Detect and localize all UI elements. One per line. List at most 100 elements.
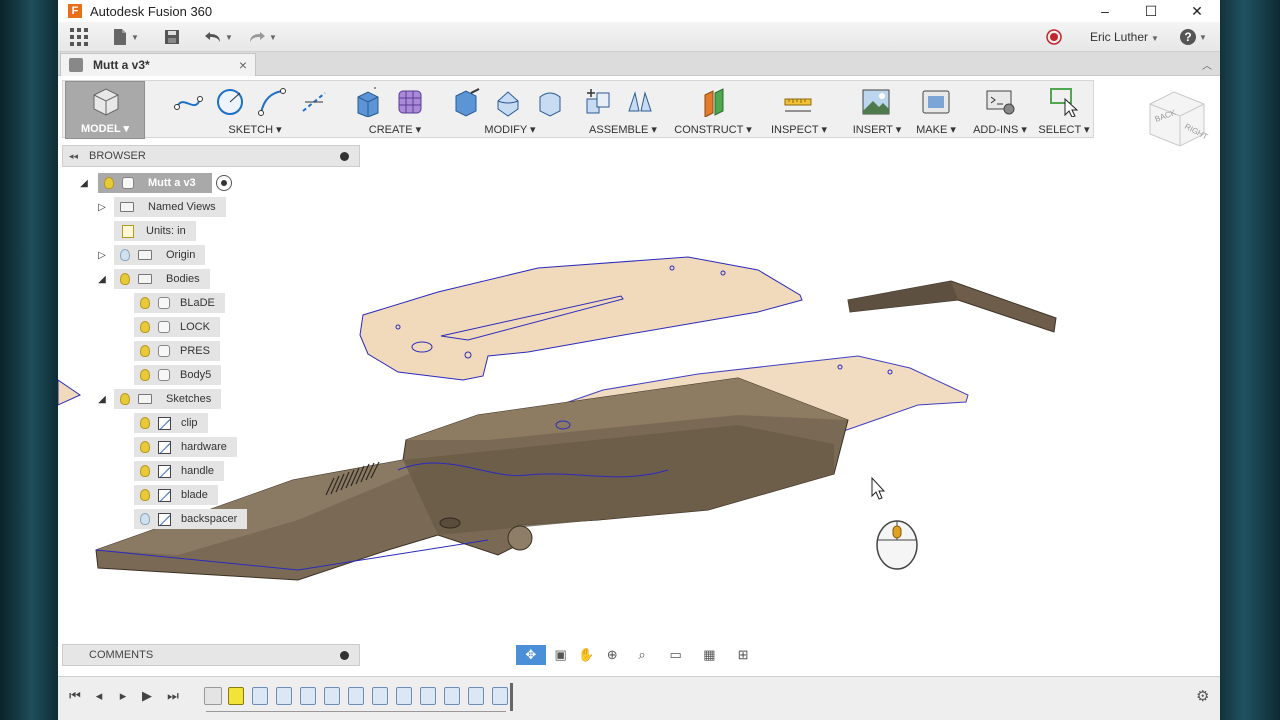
timeline-feature[interactable] [444, 687, 460, 705]
fit-zoom-icon[interactable]: ⌕ [627, 645, 657, 665]
visibility-bulb-icon[interactable] [140, 465, 150, 477]
collapse-chevron-up-icon[interactable]: ︿ [1202, 57, 1212, 72]
timeline-feature[interactable] [252, 687, 268, 705]
assemble-group[interactable]: ASSEMBLE ▾ [577, 81, 669, 139]
visibility-bulb-icon[interactable] [120, 393, 130, 405]
minimize-button[interactable]: – [1082, 0, 1128, 22]
browser-body-item[interactable]: BLaDE [134, 293, 225, 313]
redo-icon[interactable]: ▼ [248, 27, 277, 47]
visibility-bulb-icon[interactable] [140, 369, 150, 381]
data-panel-grid-icon[interactable] [70, 27, 88, 47]
timeline-marker[interactable] [510, 683, 513, 711]
close-window-button[interactable]: ✕ [1174, 0, 1220, 22]
window-title: Autodesk Fusion 360 [90, 3, 213, 19]
timeline-end-icon[interactable]: ⏭ [164, 687, 182, 705]
browser-title: BROWSER [89, 150, 146, 162]
browser-bodies-folder[interactable]: Bodies [114, 269, 210, 289]
save-icon[interactable] [164, 27, 180, 47]
visibility-bulb-off-icon[interactable] [120, 249, 130, 261]
activate-radio-icon[interactable] [215, 175, 232, 191]
workspace-switcher-button[interactable]: MODEL ▾ [65, 81, 145, 139]
browser-sketch-item[interactable]: hardware [134, 437, 237, 457]
document-tab[interactable]: Mutt a v3* × [60, 53, 256, 76]
timeline-feature[interactable] [324, 687, 340, 705]
browser-sketch-item[interactable]: blade [134, 485, 218, 505]
bodies-collapse-icon[interactable]: ◢ [96, 269, 108, 289]
root-collapse-icon[interactable]: ◢ [78, 173, 90, 193]
timeline-feature-active[interactable] [228, 687, 244, 705]
create-group[interactable]: CREATE ▾ [347, 81, 443, 139]
browser-sketch-item[interactable]: handle [134, 461, 225, 481]
add-comment-icon[interactable] [340, 650, 349, 660]
close-tab-icon[interactable]: × [239, 57, 247, 73]
record-icon[interactable] [1046, 27, 1062, 47]
undo-icon[interactable]: ▼ [204, 27, 233, 47]
visibility-bulb-icon[interactable] [140, 345, 150, 357]
browser-body-item[interactable]: LOCK [134, 317, 220, 337]
visibility-bulb-icon[interactable] [140, 321, 150, 333]
visibility-bulb-icon[interactable] [140, 441, 150, 453]
help-icon[interactable]: ? ▼ [1180, 27, 1207, 47]
modify-group[interactable]: MODIFY ▾ [447, 81, 573, 139]
view-cube[interactable]: BACK RIGHT [1144, 86, 1210, 152]
timeline-play-icon[interactable]: ▸ [114, 687, 132, 705]
browser-named-views[interactable]: Named Views [114, 197, 226, 217]
comments-panel-header[interactable]: COMMENTS [62, 644, 360, 666]
browser-origin[interactable]: Origin [114, 245, 206, 265]
timeline-feature[interactable] [420, 687, 436, 705]
fillet-icon [497, 91, 519, 117]
construct-group[interactable]: CONSTRUCT ▾ [673, 81, 753, 139]
browser-units[interactable]: Units: in [114, 221, 196, 241]
sketches-collapse-icon[interactable]: ◢ [96, 389, 108, 409]
desktop-right-edge [1220, 0, 1280, 720]
named-views-expand-icon[interactable]: ▷ [96, 197, 108, 217]
visibility-bulb-icon[interactable] [140, 489, 150, 501]
zoom-icon[interactable]: ⊕ [601, 645, 623, 665]
browser-body-item[interactable]: PRES [134, 341, 220, 361]
addins-group[interactable]: ADD-INS ▾ [965, 81, 1035, 139]
visibility-bulb-icon[interactable] [120, 273, 130, 285]
look-at-icon[interactable]: ▣ [550, 645, 572, 665]
timeline-feature[interactable] [492, 687, 508, 705]
timeline-feature[interactable] [396, 687, 412, 705]
viewports-icon[interactable]: ⊞ [728, 645, 758, 665]
grid-settings-icon[interactable]: ▦ [695, 645, 725, 665]
visibility-bulb-icon[interactable] [140, 417, 150, 429]
comments-title: COMMENTS [89, 649, 154, 661]
display-settings-icon[interactable]: ▭ [661, 645, 691, 665]
visibility-bulb-off-icon[interactable] [140, 513, 150, 525]
timeline-previous-icon[interactable]: ◂ [90, 687, 108, 705]
make-group[interactable]: MAKE ▾ [909, 81, 963, 139]
timeline-feature[interactable] [372, 687, 388, 705]
user-account-menu[interactable]: Eric Luther ▼ [1090, 30, 1159, 44]
sketch-label: SKETCH ▾ [228, 124, 282, 136]
origin-expand-icon[interactable]: ▷ [96, 245, 108, 265]
file-menu-icon[interactable]: ▼ [112, 27, 139, 47]
timeline-settings-gear-icon[interactable]: ⚙ [1196, 687, 1214, 705]
timeline-feature[interactable] [300, 687, 316, 705]
browser-body-item[interactable]: Body5 [134, 365, 222, 385]
browser-collapse-icon[interactable]: ◂◂ [69, 151, 78, 162]
timeline-next-icon[interactable]: ▶ [138, 687, 156, 705]
browser-sketch-item[interactable]: backspacer [134, 509, 248, 529]
browser-panel-header[interactable]: ◂◂ BROWSER [62, 145, 360, 167]
browser-pin-icon[interactable] [340, 151, 349, 161]
browser-sketch-item[interactable]: clip [134, 413, 208, 433]
inspect-group[interactable]: INSPECT ▾ [759, 81, 839, 139]
visibility-bulb-icon[interactable] [104, 177, 114, 189]
maximize-button[interactable]: ☐ [1128, 0, 1174, 22]
sketch-group[interactable]: SKETCH ▾ [167, 81, 343, 139]
browser-root-node[interactable]: Mutt a v3 [98, 173, 232, 193]
browser-sketches-folder[interactable]: Sketches [114, 389, 222, 409]
insert-group[interactable]: INSERT ▾ [845, 81, 909, 139]
timeline-feature[interactable] [348, 687, 364, 705]
timeline-feature-sketch[interactable] [204, 687, 222, 705]
timeline-start-icon[interactable]: ⏮ [66, 687, 84, 705]
timeline-feature[interactable] [468, 687, 484, 705]
canvas-viewport[interactable] [58, 140, 1220, 670]
pan-hand-icon[interactable]: ✋ [576, 645, 598, 665]
visibility-bulb-icon[interactable] [140, 297, 150, 309]
orbit-icon[interactable]: ✥ [516, 645, 546, 665]
select-group[interactable]: SELECT ▾ [1035, 81, 1093, 139]
timeline-feature[interactable] [276, 687, 292, 705]
